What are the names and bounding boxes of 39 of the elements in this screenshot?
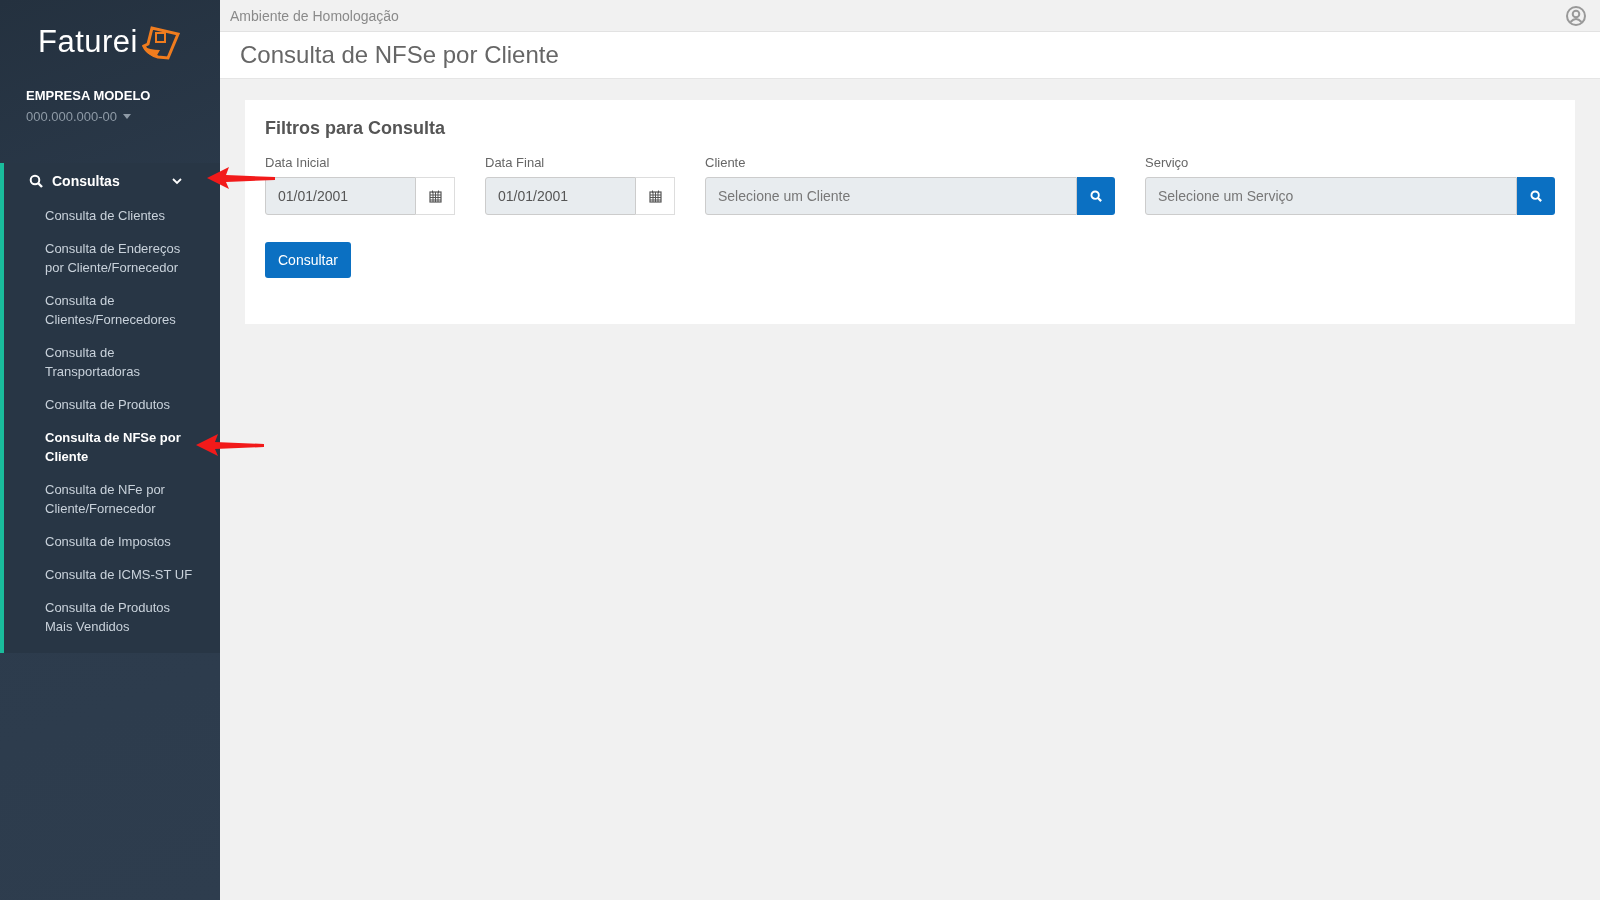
company-selector[interactable]: 000.000.000-00 — [26, 109, 118, 124]
pointer-arrow — [205, 165, 277, 191]
menu-item[interactable]: Consulta de Produtos — [4, 388, 193, 421]
search-icon — [1090, 190, 1102, 202]
field-label: Serviço — [1145, 155, 1190, 170]
menu-item[interactable]: Consulta de Produtos Mais Vendidos — [4, 591, 193, 643]
search-icon — [29, 174, 43, 188]
field-label: Data Inicial — [265, 155, 331, 170]
calendar-icon — [648, 189, 662, 203]
card-title: Filtros para Consulta — [265, 118, 447, 139]
menu-item[interactable]: Consulta de ICMS-ST UF — [4, 558, 193, 591]
menu-group[interactable]: Consultas — [4, 163, 200, 199]
menu-item[interactable]: Consulta de Endereços por Cliente/Fornecedor — [4, 232, 193, 284]
menu-item[interactable]: Consulta de Impostos — [4, 525, 193, 558]
user-icon[interactable] — [1566, 5, 1586, 26]
caret-icon[interactable] — [123, 114, 132, 120]
select-field[interactable]: Selecione um Serviço — [1145, 177, 1517, 215]
field-label: Data Final — [485, 155, 546, 170]
calendar-button[interactable] — [636, 177, 675, 215]
page-title: Consulta de NFSe por Cliente — [240, 41, 559, 69]
company-name: EMPRESA MODELO — [26, 88, 152, 103]
menu-item[interactable]: Consulta de NFe por Cliente/Fornecedor — [4, 473, 193, 525]
calendar-icon — [428, 189, 442, 203]
search-button[interactable] — [1517, 177, 1555, 215]
date-field[interactable]: 01/01/2001 — [265, 177, 416, 215]
logo-text: Faturei — [38, 24, 138, 60]
search-icon — [1530, 190, 1542, 202]
calendar-button[interactable] — [416, 177, 455, 215]
select-field[interactable]: Selecione um Cliente — [705, 177, 1077, 215]
environment-label: Ambiente de Homologação — [230, 7, 399, 24]
pointer-arrow — [194, 432, 266, 458]
search-button[interactable] — [1077, 177, 1115, 215]
field-label: Cliente — [705, 155, 747, 170]
consultar-button[interactable]: Consultar — [265, 242, 351, 278]
menu-item[interactable]: Consulta de Transportadoras — [4, 336, 193, 388]
menu-item[interactable]: Consulta de NFSe por Cliente — [4, 421, 193, 473]
date-field[interactable]: 01/01/2001 — [485, 177, 636, 215]
menu-item[interactable]: Consulta de Clientes/Fornecedores — [4, 284, 193, 336]
menu-item[interactable]: Consulta de Clientes — [4, 199, 193, 232]
